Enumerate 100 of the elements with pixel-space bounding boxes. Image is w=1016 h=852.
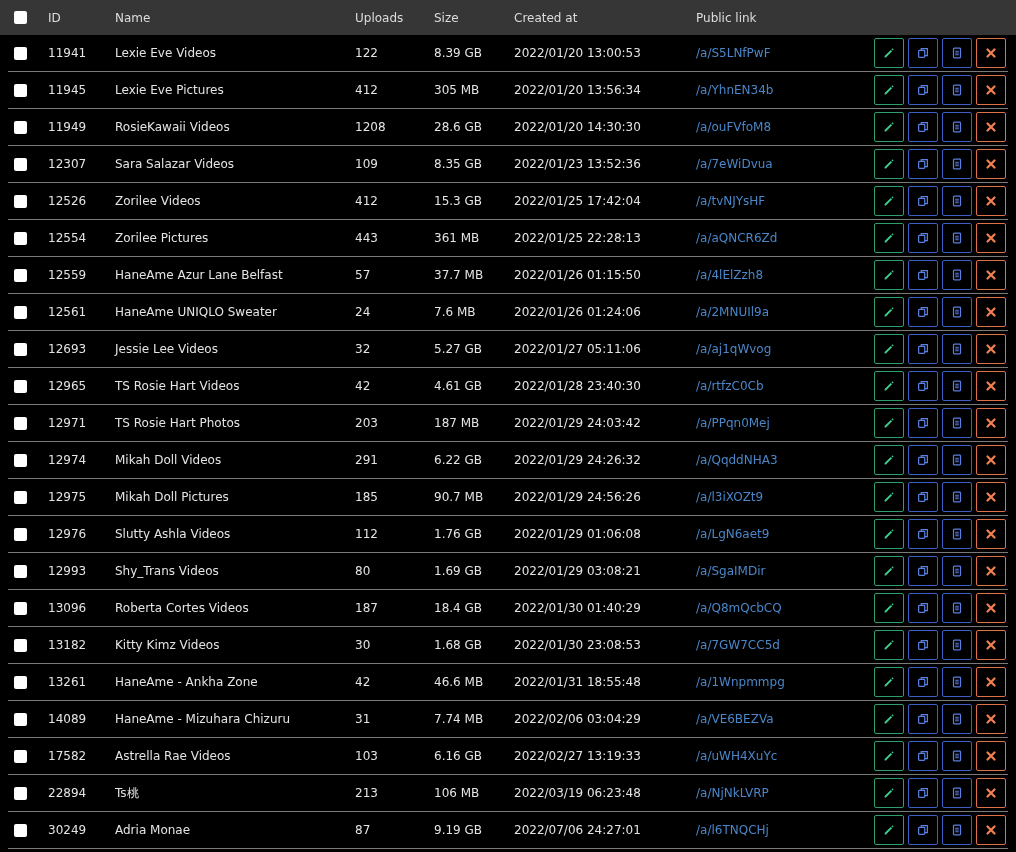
delete-button[interactable] xyxy=(976,519,1006,549)
edit-button[interactable] xyxy=(874,445,904,475)
public-link[interactable]: /a/7eWiDvua xyxy=(696,157,773,171)
public-link[interactable]: /a/tvNJYsHF xyxy=(696,194,766,208)
row-checkbox[interactable] xyxy=(14,194,27,208)
edit-button[interactable] xyxy=(874,741,904,771)
edit-button[interactable] xyxy=(874,297,904,327)
delete-button[interactable] xyxy=(976,38,1006,68)
clipboard-button[interactable] xyxy=(942,815,972,845)
edit-button[interactable] xyxy=(874,186,904,216)
delete-button[interactable] xyxy=(976,223,1006,253)
row-checkbox[interactable] xyxy=(14,749,27,763)
public-link[interactable]: /a/SgaIMDir xyxy=(696,564,766,578)
row-checkbox[interactable] xyxy=(14,675,27,689)
delete-button[interactable] xyxy=(976,482,1006,512)
copy-button[interactable] xyxy=(908,260,938,290)
clipboard-button[interactable] xyxy=(942,75,972,105)
delete-button[interactable] xyxy=(976,556,1006,586)
delete-button[interactable] xyxy=(976,334,1006,364)
public-link[interactable]: /a/Q8mQcbCQ xyxy=(696,601,782,615)
copy-button[interactable] xyxy=(908,741,938,771)
copy-button[interactable] xyxy=(908,519,938,549)
clipboard-button[interactable] xyxy=(942,223,972,253)
copy-button[interactable] xyxy=(908,630,938,660)
copy-button[interactable] xyxy=(908,75,938,105)
edit-button[interactable] xyxy=(874,334,904,364)
row-checkbox[interactable] xyxy=(14,601,27,615)
copy-button[interactable] xyxy=(908,186,938,216)
delete-button[interactable] xyxy=(976,371,1006,401)
clipboard-button[interactable] xyxy=(942,445,972,475)
clipboard-button[interactable] xyxy=(942,778,972,808)
delete-button[interactable] xyxy=(976,704,1006,734)
edit-button[interactable] xyxy=(874,778,904,808)
edit-button[interactable] xyxy=(874,260,904,290)
clipboard-button[interactable] xyxy=(942,297,972,327)
column-header[interactable]: Name xyxy=(115,10,355,25)
public-link[interactable]: /a/aj1qWvog xyxy=(696,342,772,356)
edit-button[interactable] xyxy=(874,593,904,623)
row-checkbox[interactable] xyxy=(14,823,27,837)
delete-button[interactable] xyxy=(976,260,1006,290)
clipboard-button[interactable] xyxy=(942,334,972,364)
public-link[interactable]: /a/ouFVfoM8 xyxy=(696,120,772,134)
column-header[interactable]: ID xyxy=(48,10,115,25)
row-checkbox[interactable] xyxy=(14,231,27,245)
row-checkbox[interactable] xyxy=(14,268,27,282)
public-link[interactable]: /a/QqddNHA3 xyxy=(696,453,778,467)
clipboard-button[interactable] xyxy=(942,667,972,697)
row-checkbox[interactable] xyxy=(14,527,27,541)
edit-button[interactable] xyxy=(874,371,904,401)
select-all-checkbox[interactable] xyxy=(14,11,27,24)
copy-button[interactable] xyxy=(908,482,938,512)
row-checkbox[interactable] xyxy=(14,83,27,97)
copy-button[interactable] xyxy=(908,667,938,697)
delete-button[interactable] xyxy=(976,149,1006,179)
copy-button[interactable] xyxy=(908,112,938,142)
clipboard-button[interactable] xyxy=(942,371,972,401)
edit-button[interactable] xyxy=(874,556,904,586)
delete-button[interactable] xyxy=(976,75,1006,105)
row-checkbox[interactable] xyxy=(14,379,27,393)
public-link[interactable]: /a/uWH4XuYc xyxy=(696,749,778,763)
public-link[interactable]: /a/4lElZzh8 xyxy=(696,268,764,282)
clipboard-button[interactable] xyxy=(942,186,972,216)
row-checkbox[interactable] xyxy=(14,490,27,504)
delete-button[interactable] xyxy=(976,593,1006,623)
copy-button[interactable] xyxy=(908,334,938,364)
edit-button[interactable] xyxy=(874,408,904,438)
public-link[interactable]: /a/S5LNfPwF xyxy=(696,46,771,60)
delete-button[interactable] xyxy=(976,778,1006,808)
delete-button[interactable] xyxy=(976,297,1006,327)
copy-button[interactable] xyxy=(908,778,938,808)
row-checkbox[interactable] xyxy=(14,305,27,319)
copy-button[interactable] xyxy=(908,408,938,438)
copy-button[interactable] xyxy=(908,593,938,623)
column-header[interactable]: Size xyxy=(434,10,514,25)
row-checkbox[interactable] xyxy=(14,712,27,726)
clipboard-button[interactable] xyxy=(942,260,972,290)
copy-button[interactable] xyxy=(908,704,938,734)
copy-button[interactable] xyxy=(908,371,938,401)
public-link[interactable]: /a/7GW7CC5d xyxy=(696,638,780,652)
delete-button[interactable] xyxy=(976,112,1006,142)
public-link[interactable]: /a/2MNUIl9a xyxy=(696,305,770,319)
clipboard-button[interactable] xyxy=(942,630,972,660)
clipboard-button[interactable] xyxy=(942,112,972,142)
column-header[interactable]: Public link xyxy=(696,10,874,25)
edit-button[interactable] xyxy=(874,815,904,845)
row-checkbox[interactable] xyxy=(14,786,27,800)
clipboard-button[interactable] xyxy=(942,593,972,623)
clipboard-button[interactable] xyxy=(942,38,972,68)
clipboard-button[interactable] xyxy=(942,149,972,179)
delete-button[interactable] xyxy=(976,630,1006,660)
public-link[interactable]: /a/LgN6aet9 xyxy=(696,527,770,541)
row-checkbox[interactable] xyxy=(14,46,27,60)
copy-button[interactable] xyxy=(908,445,938,475)
delete-button[interactable] xyxy=(976,667,1006,697)
edit-button[interactable] xyxy=(874,149,904,179)
public-link[interactable]: /a/1Wnpmmpg xyxy=(696,675,785,689)
edit-button[interactable] xyxy=(874,519,904,549)
clipboard-button[interactable] xyxy=(942,704,972,734)
copy-button[interactable] xyxy=(908,149,938,179)
edit-button[interactable] xyxy=(874,482,904,512)
